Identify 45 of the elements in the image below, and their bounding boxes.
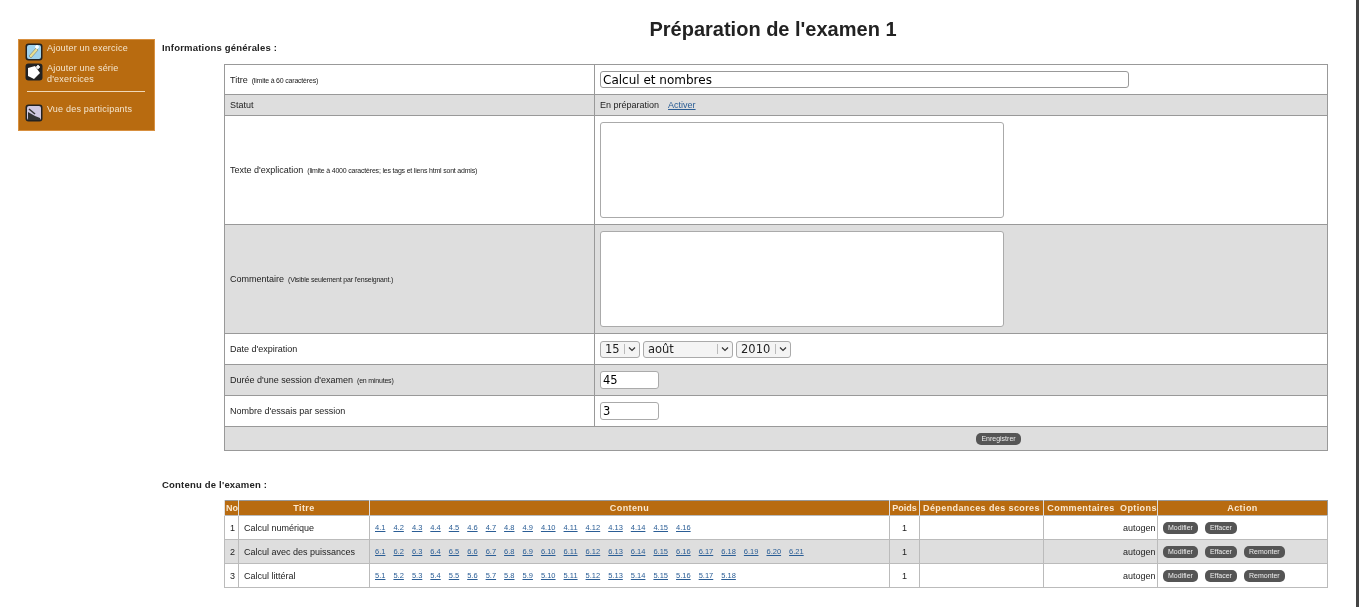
number-input[interactable]: 45: [600, 371, 659, 389]
number-input[interactable]: 3: [600, 402, 659, 420]
chevron-down-icon: [624, 344, 637, 354]
table-cell: Calcul littéral: [238, 563, 370, 588]
column-header: Poids: [889, 500, 920, 516]
text-area[interactable]: [600, 231, 1004, 327]
table-cell: 1: [224, 515, 239, 540]
table-cell: autogen: [1118, 563, 1158, 588]
activate-link[interactable]: Activer: [668, 100, 696, 110]
page-title: Préparation de l'examen 1: [648, 17, 898, 41]
column-header: Options: [1118, 500, 1158, 516]
table-cell: 3: [224, 563, 239, 588]
sidebar-item[interactable]: Vue des participants: [25, 104, 148, 122]
sidebar-item[interactable]: Ajouter une série d'exercices: [25, 63, 148, 85]
table-cell: autogen: [1118, 515, 1158, 540]
column-header: Titre: [238, 500, 370, 516]
table-cell: autogen: [1118, 539, 1158, 564]
text-area[interactable]: [600, 122, 1004, 218]
column-header: Commentaires: [1043, 500, 1118, 516]
year-select[interactable]: 2010: [736, 340, 791, 358]
column-header: Action: [1157, 500, 1328, 516]
pencil-icon: [25, 43, 43, 61]
table-cell: 1: [889, 563, 920, 588]
chevron-down-icon: [775, 344, 788, 354]
table-cell: 1: [889, 515, 920, 540]
column-header: Dépendances des scores: [919, 500, 1044, 516]
column-header: No: [224, 500, 239, 516]
pages-icon: [25, 63, 43, 81]
day-select[interactable]: 15: [600, 340, 640, 358]
shoe-icon: [25, 104, 43, 122]
title-input[interactable]: Calcul et nombres: [600, 71, 1129, 88]
field-label: Date d'expiration: [230, 344, 298, 354]
table-cell: Calcul avec des puissances: [238, 539, 370, 564]
status-text: En préparation: [600, 100, 660, 110]
section-heading: Contenu de l'examen :: [162, 479, 269, 490]
month-select[interactable]: août: [643, 340, 733, 358]
column-header: Contenu: [369, 500, 890, 516]
sidebar-item[interactable]: Ajouter un exercice: [25, 43, 148, 61]
table-cell: 1: [889, 539, 920, 564]
chevron-down-icon: [717, 344, 730, 354]
table-cell: Calcul numérique: [238, 515, 370, 540]
field-label: Nombre d'essais par session: [230, 406, 346, 416]
field-label: Statut: [230, 100, 254, 110]
section-heading: Informations générales :: [162, 42, 279, 53]
table-cell: 2: [224, 539, 239, 564]
